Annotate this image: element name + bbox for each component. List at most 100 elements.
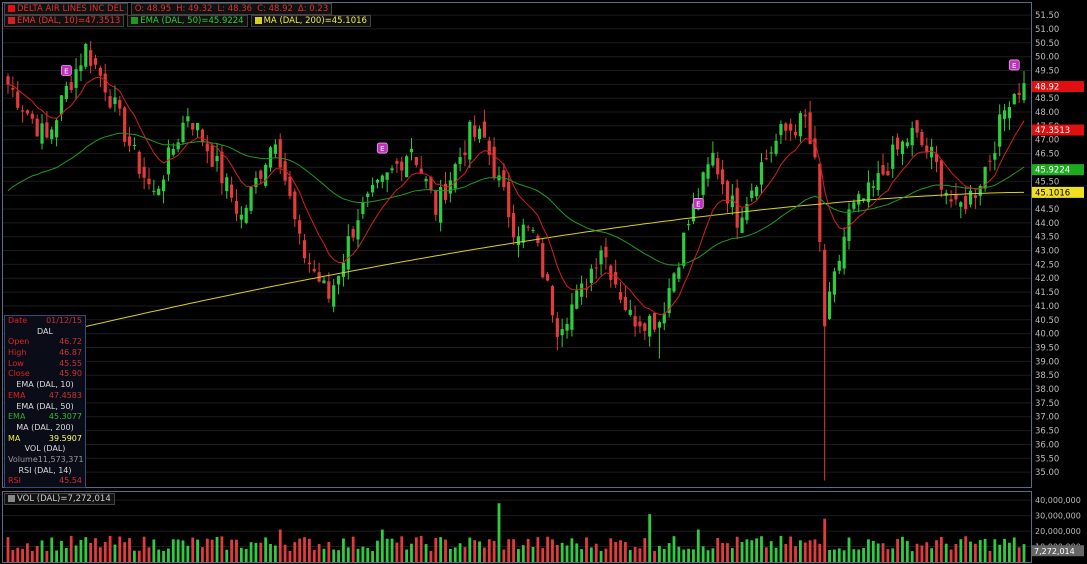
- low-value: 45.55: [59, 358, 82, 368]
- symbol-value: DAL: [37, 326, 53, 336]
- ma200-head: MA (DAL, 200): [16, 422, 74, 432]
- info-ma200-row: MA 39.5907: [5, 434, 85, 445]
- volume-last-tag: 7,272,014: [1032, 545, 1084, 557]
- price-tick-label: 50.50: [1035, 39, 1059, 49]
- volume-value: 11,573,371: [37, 454, 84, 464]
- date-label: Date: [8, 316, 28, 325]
- ema10-swatch-icon: [8, 17, 15, 24]
- info-rsi-head: RSI (DAL, 14): [5, 466, 85, 477]
- price-tag-label: 45.1016: [1035, 188, 1070, 198]
- price-tag-label: 48.92: [1035, 83, 1059, 93]
- close-label: Close: [8, 369, 30, 379]
- info-symbol-row: DAL: [5, 327, 85, 338]
- high-readout: H: 49.32: [176, 3, 213, 14]
- volume-tick-label: 30,000,000: [1035, 512, 1081, 521]
- price-tick-label: 48.00: [1035, 108, 1059, 118]
- low-label: Low: [8, 358, 24, 368]
- price-tick-label: 47.00: [1035, 136, 1059, 146]
- price-tick-label: 38.00: [1035, 385, 1059, 395]
- indicator-legend-row: EMA (DAL, 10)=47.3513 EMA (DAL, 50)=45.9…: [4, 14, 371, 27]
- price-tick-label: 42.00: [1035, 274, 1059, 284]
- price-tick-label: 43.50: [1035, 233, 1059, 243]
- price-tick-label: 45.50: [1035, 177, 1059, 187]
- vol-head: VOL (DAL): [24, 444, 66, 454]
- info-volume-row: Volume 11,573,371: [5, 455, 85, 466]
- price-tick-label: 39.00: [1035, 357, 1059, 367]
- price-tick-label: 44.50: [1035, 205, 1059, 215]
- info-high-row: High 46.87: [5, 348, 85, 359]
- price-legend-row: DELTA AIR LINES INC DEL O: 48.95 H: 49.3…: [4, 2, 333, 15]
- rsi-label: RSI: [8, 476, 21, 486]
- price-tick-label: 35.00: [1035, 468, 1059, 478]
- ema50-swatch-icon: [131, 17, 139, 24]
- price-tick-label: 40.00: [1035, 330, 1059, 340]
- ma200-legend[interactable]: MA (DAL, 200)=45.1016: [250, 14, 371, 27]
- price-tag: 47.3513: [1032, 124, 1084, 136]
- ma200-value: 39.5907: [48, 433, 82, 443]
- info-ma200-head: MA (DAL, 200): [5, 423, 85, 434]
- price-tag: 45.1016: [1032, 186, 1084, 198]
- info-ema10-head: EMA (DAL, 10): [5, 380, 85, 391]
- price-tick-label: 41.00: [1035, 302, 1059, 312]
- info-rsi-row: RSI 45.54: [5, 476, 85, 487]
- ema50-head: EMA (DAL, 50): [16, 401, 74, 411]
- info-close-row: Close 45.90: [5, 369, 85, 380]
- info-ema50-row: EMA 45.3077: [5, 412, 85, 423]
- data-window: Date 01/12/15 DAL Open 46.72 High 46.87 Low…: [4, 315, 86, 488]
- info-ema10-row: EMA 47.4583: [5, 391, 85, 402]
- price-tick-label: 39.50: [1035, 343, 1059, 353]
- price-tick-label: 51.00: [1035, 25, 1059, 35]
- ema50-label: EMA: [8, 412, 26, 422]
- price-chart-frame: [2, 2, 1032, 488]
- volume-chart-frame: [2, 491, 1032, 563]
- open-readout: O: 48.95: [134, 3, 172, 14]
- price-tick-label: 51.50: [1035, 11, 1059, 21]
- price-swatch-icon: [8, 5, 15, 12]
- price-tag-label: 47.3513: [1035, 126, 1070, 136]
- info-low-row: Low 45.55: [5, 359, 85, 370]
- info-date-row: Date 01/12/15: [5, 316, 85, 327]
- open-label: Open: [8, 337, 30, 347]
- price-tick-label: 41.50: [1035, 288, 1059, 298]
- info-vol-head: VOL (DAL): [5, 444, 85, 455]
- price-tick-label: 40.50: [1035, 316, 1059, 326]
- high-value: 46.87: [59, 348, 82, 358]
- ema10-legend[interactable]: EMA (DAL, 10)=47.3513: [4, 14, 125, 27]
- ema10-value: 47.4583: [48, 390, 82, 400]
- ema10-head: EMA (DAL, 10): [16, 380, 74, 390]
- rsi-head: RSI (DAL, 14): [18, 465, 72, 475]
- ema50-value: 45.3077: [48, 412, 82, 422]
- price-tick-label: 37.00: [1035, 413, 1059, 423]
- price-chart-panel[interactable]: 51.5051.0050.5050.0049.5049.0048.5048.00…: [0, 0, 1087, 488]
- ma200-label: MA: [8, 433, 21, 443]
- rsi-value: 45.54: [59, 476, 82, 486]
- price-tag: 48.92: [1032, 81, 1084, 93]
- ema50-legend[interactable]: EMA (DAL, 50)=45.9224: [127, 14, 248, 27]
- volume-tag-label: 7,272,014: [1034, 547, 1075, 556]
- price-tick-label: 35.50: [1035, 454, 1059, 464]
- info-open-row: Open 46.72: [5, 337, 85, 348]
- date-value: 01/12/15: [46, 316, 82, 325]
- change-readout: Δ: 0.23: [297, 3, 329, 14]
- price-tick-label: 42.50: [1035, 260, 1059, 270]
- price-tick-label: 36.50: [1035, 427, 1059, 437]
- price-tick-label: 36.00: [1035, 440, 1059, 450]
- symbol-name: DELTA AIR LINES INC DEL: [17, 3, 124, 14]
- low-readout: L: 48.36: [217, 3, 253, 14]
- price-tick-label: 44.00: [1035, 219, 1059, 229]
- price-tick-label: 46.50: [1035, 150, 1059, 160]
- close-readout: C: 48.92: [257, 3, 293, 14]
- symbol-legend[interactable]: DELTA AIR LINES INC DEL: [4, 2, 128, 15]
- high-label: High: [8, 348, 27, 358]
- volume-tick-label: 40,000,000: [1035, 496, 1081, 505]
- volume-tick-label: 20,000,000: [1035, 527, 1081, 536]
- open-value: 46.72: [59, 337, 82, 347]
- price-tag-label: 45.9224: [1035, 166, 1070, 176]
- price-tag: 45.9224: [1032, 164, 1084, 176]
- price-tick-label: 43.00: [1035, 247, 1059, 257]
- ema10-label: EMA: [8, 390, 26, 400]
- ema10-readout: EMA (DAL, 10)=47.3513: [17, 15, 121, 26]
- price-tick-label: 37.50: [1035, 399, 1059, 409]
- price-tick-label: 38.50: [1035, 371, 1059, 381]
- price-tick-label: 50.00: [1035, 53, 1059, 63]
